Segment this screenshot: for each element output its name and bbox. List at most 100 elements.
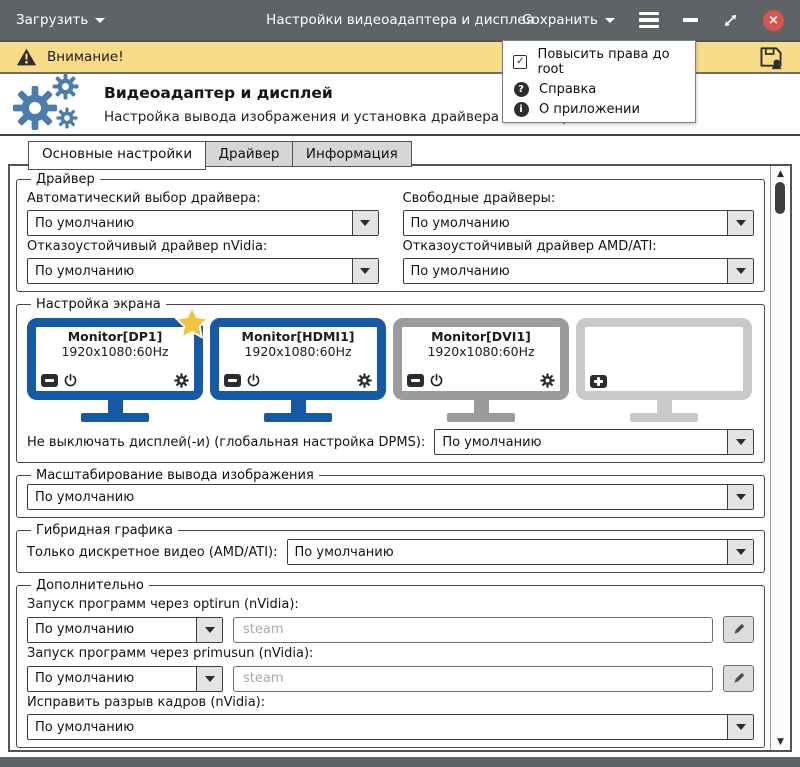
- menu-item-help[interactable]: ? Справка: [503, 79, 695, 99]
- primusun-app-input[interactable]: [233, 666, 713, 692]
- minimize-button[interactable]: [683, 18, 698, 21]
- scroll-up-icon[interactable]: ▲: [771, 169, 790, 179]
- disable-display-icon[interactable]: [407, 374, 424, 387]
- failsafe-amd-select[interactable]: По умолчанию: [403, 258, 755, 284]
- chevron-down-icon: [196, 618, 222, 642]
- monitor-dvi1[interactable]: Monitor[DVI1] 1920x1080:60Hz: [393, 318, 569, 422]
- question-circle-icon: ?: [513, 82, 529, 97]
- chevron-down-icon: [605, 18, 615, 23]
- monitor-mode: 1920x1080:60Hz: [407, 344, 555, 359]
- menu-item-label: Справка: [539, 82, 596, 97]
- optirun-select[interactable]: По умолчанию: [27, 617, 223, 643]
- monitor-name: Monitor[HDMI1]: [224, 329, 372, 344]
- group-extra-legend: Дополнительно: [31, 578, 149, 593]
- scrollbar-thumb[interactable]: [775, 182, 785, 214]
- discrete-only-select[interactable]: По умолчанию: [287, 539, 754, 565]
- hamburger-menu-button[interactable]: [639, 12, 659, 28]
- optirun-edit-button[interactable]: [723, 616, 754, 643]
- group-scaling-legend: Масштабирование вывода изображения: [31, 468, 319, 483]
- load-button-label: Загрузить: [16, 12, 88, 28]
- chevron-down-icon: [352, 259, 378, 283]
- group-scaling: Масштабирование вывода изображения По ум…: [16, 468, 765, 518]
- display-settings-gear-icon[interactable]: [174, 373, 189, 388]
- load-button[interactable]: Загрузить: [16, 12, 105, 28]
- tab-main-settings[interactable]: Основные настройки: [28, 141, 206, 170]
- field-label: Отказоустойчивый драйвер nVidia:: [27, 239, 379, 254]
- auto-driver-select[interactable]: По умолчанию: [27, 210, 379, 236]
- dpms-label: Не выключать дисплей(-и) (глобальная нас…: [27, 435, 425, 450]
- monitor-hdmi1[interactable]: Monitor[HDMI1] 1920x1080:60Hz: [210, 318, 386, 422]
- chevron-down-icon: [196, 667, 222, 691]
- chevron-down-icon: [727, 540, 753, 564]
- display-settings-gear-icon[interactable]: [540, 373, 555, 388]
- primusun-label: Запуск программ через primusun (nVidia):: [27, 646, 754, 661]
- group-screen-legend: Настройка экрана: [31, 297, 166, 312]
- chevron-down-icon: [727, 259, 753, 283]
- monitor-mode: 1920x1080:60Hz: [41, 344, 189, 359]
- display-settings-gear-icon[interactable]: [357, 373, 372, 388]
- power-icon[interactable]: [63, 373, 78, 388]
- tearing-select[interactable]: По умолчанию: [27, 714, 754, 740]
- chevron-down-icon: [727, 211, 753, 235]
- warning-label: Внимание!: [47, 49, 124, 65]
- app-dropdown-menu: ✓ Повысить права до root ? Справка i О п…: [502, 40, 696, 123]
- scaling-select[interactable]: По умолчанию: [27, 484, 754, 510]
- power-icon[interactable]: [429, 373, 444, 388]
- chevron-down-icon: [727, 715, 753, 739]
- chevron-down-icon: [95, 18, 105, 23]
- warning-triangle-icon: [16, 47, 37, 67]
- add-display-icon[interactable]: [590, 375, 607, 388]
- tab-information[interactable]: Информация: [292, 141, 412, 167]
- menu-item-about[interactable]: i О приложении: [503, 99, 695, 119]
- close-icon: ×: [768, 13, 779, 28]
- monitor-dp1[interactable]: Monitor[DP1] 1920x1080:60Hz: [27, 318, 203, 422]
- disable-display-icon[interactable]: [224, 374, 241, 387]
- group-driver: Драйвер Автоматический выбор драйвера: П…: [16, 172, 765, 292]
- optirun-label: Запуск программ через optirun (nVidia):: [27, 597, 754, 612]
- titlebar-right-controls: Сохранить ×: [522, 10, 784, 31]
- titlebar: Загрузить Настройки видеоадаптера и дисп…: [0, 0, 800, 40]
- save-as-root-button[interactable]: [758, 44, 784, 70]
- free-drivers-select[interactable]: По умолчанию: [403, 210, 755, 236]
- vertical-scrollbar[interactable]: ▲ ▼: [770, 166, 790, 750]
- group-extra: Дополнительно Запуск программ через opti…: [16, 578, 765, 748]
- group-hybrid-graphics: Гибридная графика Только дискретное виде…: [16, 523, 765, 573]
- close-button[interactable]: ×: [763, 10, 784, 31]
- chevron-down-icon: [727, 485, 753, 509]
- optirun-app-input[interactable]: [233, 617, 713, 643]
- floppy-save-icon: [758, 44, 784, 70]
- monitor-empty-slot[interactable]: [576, 318, 752, 422]
- group-hybrid-legend: Гибридная графика: [31, 523, 178, 538]
- group-screen-setup: Настройка экрана Monitor[DP1] 1920x1080:…: [16, 297, 765, 463]
- disable-display-icon[interactable]: [41, 374, 58, 387]
- scroll-down-icon[interactable]: ▼: [771, 737, 790, 747]
- save-button[interactable]: Сохранить: [522, 12, 615, 28]
- dpms-select[interactable]: По умолчанию: [434, 429, 754, 455]
- field-label: Автоматический выбор драйвера:: [27, 191, 379, 206]
- field-label: Свободные драйверы:: [403, 191, 755, 206]
- menu-item-label: О приложении: [539, 102, 640, 117]
- tab-driver[interactable]: Драйвер: [205, 141, 294, 167]
- primusun-select[interactable]: По умолчанию: [27, 666, 223, 692]
- group-driver-legend: Драйвер: [31, 172, 100, 187]
- menu-item-elevate-root[interactable]: ✓ Повысить права до root: [503, 44, 695, 79]
- chevron-down-icon: [352, 211, 378, 235]
- info-circle-icon: i: [513, 102, 529, 117]
- monitor-name: Monitor[DVI1]: [407, 329, 555, 344]
- chevron-down-icon: [727, 430, 753, 454]
- tab-bar: Основные настройки Драйвер Информация: [0, 136, 800, 167]
- settings-scroll-area: Драйвер Автоматический выбор драйвера: П…: [10, 166, 771, 750]
- checkbox-checked-icon: ✓: [513, 55, 528, 69]
- tab-content: Драйвер Автоматический выбор драйвера: П…: [8, 164, 792, 752]
- tearing-label: Исправить разрыв кадров (nVidia):: [27, 695, 754, 710]
- pencil-icon: [731, 622, 746, 637]
- discrete-only-label: Только дискретное видео (AMD/ATI):: [27, 545, 278, 560]
- primusun-edit-button[interactable]: [723, 665, 754, 692]
- failsafe-nvidia-select[interactable]: По умолчанию: [27, 258, 379, 284]
- power-icon[interactable]: [246, 373, 261, 388]
- field-label: Отказоустойчивый драйвер AMD/ATI:: [403, 239, 755, 254]
- maximize-icon[interactable]: [722, 12, 739, 29]
- pencil-icon: [731, 671, 746, 686]
- monitor-name: Monitor[DP1]: [41, 329, 189, 344]
- gears-app-icon: [12, 75, 86, 133]
